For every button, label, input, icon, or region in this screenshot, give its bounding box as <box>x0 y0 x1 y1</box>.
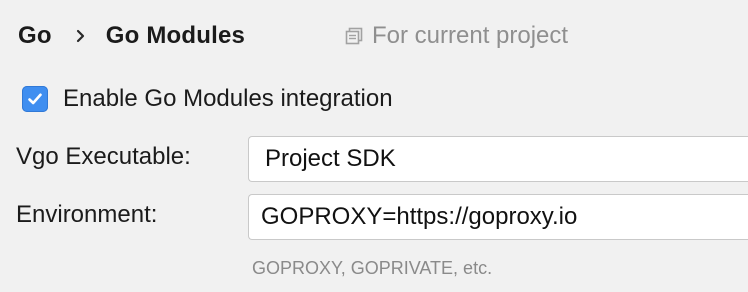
environment-value: GOPROXY=https://goproxy.io <box>261 203 578 230</box>
chevron-right-icon <box>66 28 96 44</box>
vgo-executable-label: Vgo Executable: <box>16 143 191 170</box>
scope-indicator: For current project <box>344 18 568 54</box>
enable-go-modules-checkbox[interactable] <box>22 86 48 112</box>
breadcrumb: Go Go Modules <box>18 18 245 54</box>
environment-label: Environment: <box>16 201 158 228</box>
breadcrumb-item-go-modules: Go Modules <box>105 22 246 49</box>
checkmark-icon <box>28 93 42 105</box>
project-scope-icon <box>344 26 364 46</box>
vgo-executable-value: Project SDK <box>265 145 396 172</box>
enable-go-modules-row[interactable]: Enable Go Modules integration <box>22 82 393 116</box>
vgo-executable-field[interactable]: Project SDK <box>248 136 748 182</box>
environment-hint: GOPROXY, GOPRIVATE, etc. <box>252 258 493 278</box>
environment-field[interactable]: GOPROXY=https://goproxy.io <box>248 194 748 240</box>
breadcrumb-item-go[interactable]: Go <box>18 22 52 50</box>
enable-go-modules-label[interactable]: Enable Go Modules integration <box>63 85 393 113</box>
scope-label: For current project <box>372 22 569 49</box>
